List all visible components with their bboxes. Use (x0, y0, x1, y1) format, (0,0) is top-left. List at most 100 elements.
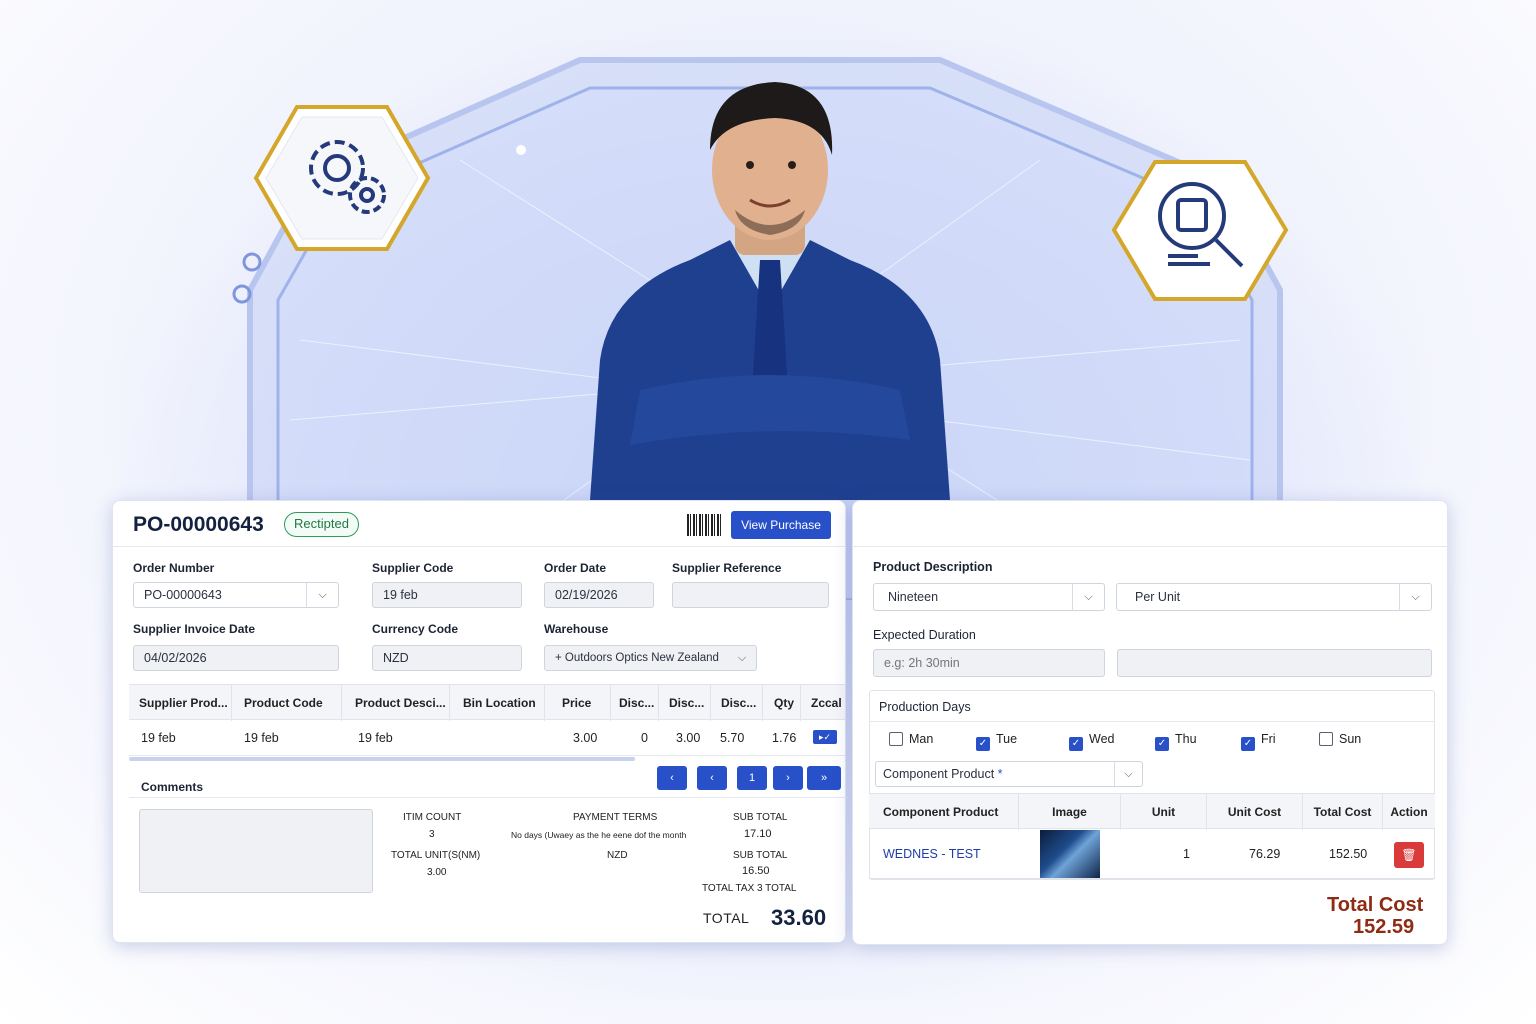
total-cost-value: 152.59 (1353, 916, 1415, 938)
col-supplier-prod[interactable]: Supplier Prod... (129, 685, 232, 721)
unit-value: Per Unit (1135, 590, 1181, 604)
pager-next-button[interactable]: › (773, 766, 803, 790)
divider (869, 721, 1435, 722)
gears-icon (253, 105, 431, 251)
order-date-field[interactable]: 02/19/2026 (544, 582, 654, 608)
cell-disc-2: 3.00 (676, 731, 701, 745)
warehouse-select[interactable]: + Outdoors Optics New Zealand ⌵ (544, 645, 757, 671)
comments-label: Comments (141, 780, 204, 794)
checkbox-checked-icon[interactable]: ✓ (1241, 737, 1255, 751)
checkbox-checked-icon[interactable]: ✓ (1069, 737, 1083, 751)
product-description-select[interactable]: Nineteen ⌵ (873, 583, 1105, 611)
expected-duration-label: Expected Duration (873, 628, 976, 642)
payment-terms-value: No days (Uwaey as the he eene dof the mo… (511, 830, 687, 840)
cell-qty: 1.76 (772, 731, 797, 745)
currency-code-field[interactable]: NZD (372, 645, 522, 671)
day-checkbox-tue[interactable]: ✓ Tue (976, 732, 1017, 751)
col-qty[interactable]: Qty (763, 685, 801, 721)
col-image[interactable]: Image (1019, 794, 1121, 830)
pager-page-1[interactable]: 1 (737, 766, 767, 790)
pager-prev-button[interactable]: ‹ (697, 766, 727, 790)
col-component-product[interactable]: Component Product (869, 794, 1019, 830)
col-action[interactable]: Action (1383, 794, 1435, 830)
day-checkbox-wed[interactable]: ✓ Wed (1069, 732, 1114, 751)
component-select-value: Component Product (883, 767, 995, 781)
chevron-down-icon[interactable]: ⌵ (1114, 762, 1142, 786)
sub-total-label-1: SUB TOTAL (733, 812, 788, 823)
total-cost-label: Total Cost (1327, 894, 1424, 916)
checkbox-checked-icon[interactable]: ✓ (1155, 737, 1169, 751)
total-value: 33.60 (771, 905, 827, 930)
chevron-down-icon[interactable]: ⌵ (306, 583, 338, 607)
col-price[interactable]: Price (545, 685, 611, 721)
item-count-label: ITIM COUNT (403, 812, 462, 823)
supplier-reference-field[interactable] (672, 582, 829, 608)
chevron-down-icon[interactable]: ⌵ (1072, 584, 1104, 610)
supplier-code-field[interactable]: 19 feb (372, 582, 522, 608)
components-header: Component Product Image Unit Unit Cost T… (869, 793, 1435, 830)
comments-textarea[interactable] (139, 809, 373, 893)
cell-unit: 1 (1183, 847, 1190, 861)
col-disc-3[interactable]: Disc... (711, 685, 763, 721)
businessman-photo (590, 82, 950, 500)
chevron-down-icon[interactable]: ⌵ (728, 646, 756, 670)
duration-secondary-field[interactable] (1117, 649, 1432, 677)
cell-supplier-prod: 19 feb (141, 731, 176, 745)
col-unit[interactable]: Unit (1121, 794, 1207, 830)
table-scrollbar[interactable] (129, 757, 635, 761)
day-label: Wed (1089, 732, 1115, 746)
sub-total-value-2: 16.50 (742, 865, 770, 877)
line-items-header: Supplier Prod... Product Code Product De… (129, 684, 845, 721)
chevron-down-icon[interactable]: ⌵ (1399, 584, 1431, 610)
col-extra[interactable]: Zccal (801, 685, 845, 721)
cell-component[interactable]: WEDNES - TEST (883, 829, 981, 879)
table-row[interactable]: WEDNES - TEST 1 76.29 152.50 (869, 829, 1435, 879)
day-checkbox-sun[interactable]: Sun (1319, 732, 1361, 746)
total-tax-label: TOTAL TAX 3 TOTAL (702, 883, 797, 894)
col-unit-cost[interactable]: Unit Cost (1207, 794, 1303, 830)
unit-select[interactable]: Per Unit ⌵ (1116, 583, 1432, 611)
cell-disc-3: 5.70 (720, 731, 745, 745)
delete-icon[interactable]: 🗑 (1394, 842, 1424, 868)
sub-total-label-2: SUB TOTAL (733, 850, 788, 861)
product-description-label: Product Description (873, 560, 993, 574)
row-action-icon[interactable]: ▸✓ (813, 730, 837, 744)
order-number-select[interactable]: PO-00000643 ⌵ (133, 582, 339, 608)
total-units-value: 3.00 (427, 867, 447, 878)
cell-total-cost: 152.50 (1329, 847, 1368, 861)
col-product-desc[interactable]: Product Desci... (342, 685, 450, 721)
col-disc-2[interactable]: Disc... (659, 685, 711, 721)
sub-total-value-1: 17.10 (744, 828, 772, 840)
status-badge: Rectipted (284, 512, 359, 537)
checkbox-icon[interactable] (889, 732, 903, 746)
order-number-value: PO-00000643 (144, 588, 222, 602)
day-checkbox-thu[interactable]: ✓ Thu (1155, 732, 1197, 751)
order-date-label: Order Date (544, 561, 607, 575)
barcode-icon[interactable] (687, 514, 723, 536)
currency-value: NZD (607, 850, 628, 861)
expected-duration-input[interactable] (873, 649, 1105, 677)
pager-last-button[interactable]: » (807, 766, 841, 790)
checkbox-icon[interactable] (1319, 732, 1333, 746)
view-purchase-button[interactable]: View Purchase (731, 511, 831, 539)
pager-first-button[interactable]: ‹ (657, 766, 687, 790)
supplier-invoice-date-label: Supplier Invoice Date (133, 622, 256, 636)
col-total-cost[interactable]: Total Cost (1303, 794, 1383, 830)
day-label: Fri (1261, 732, 1276, 746)
day-checkbox-man[interactable]: Man (889, 732, 933, 746)
table-row[interactable]: 19 feb 19 feb 19 feb 3.00 0 3.00 5.70 1.… (129, 720, 845, 756)
product-panel: Product Description Nineteen ⌵ Per Unit … (852, 500, 1448, 945)
po-title: PO-00000643 (133, 513, 264, 536)
col-product-code[interactable]: Product Code (232, 685, 342, 721)
clipboard-search-icon (1111, 160, 1289, 301)
component-image[interactable] (1040, 830, 1100, 878)
component-product-select[interactable]: Component Product * ⌵ (875, 761, 1143, 787)
production-days-label: Production Days (879, 700, 971, 714)
checkbox-checked-icon[interactable]: ✓ (976, 737, 990, 751)
day-checkbox-fri[interactable]: ✓ Fri (1241, 732, 1276, 751)
supplier-invoice-date-field[interactable]: 04/02/2026 (133, 645, 339, 671)
product-description-value: Nineteen (888, 590, 939, 604)
cell-disc-1: 0 (641, 731, 648, 745)
col-bin-location[interactable]: Bin Location (450, 685, 545, 721)
col-disc-1[interactable]: Disc... (611, 685, 659, 721)
